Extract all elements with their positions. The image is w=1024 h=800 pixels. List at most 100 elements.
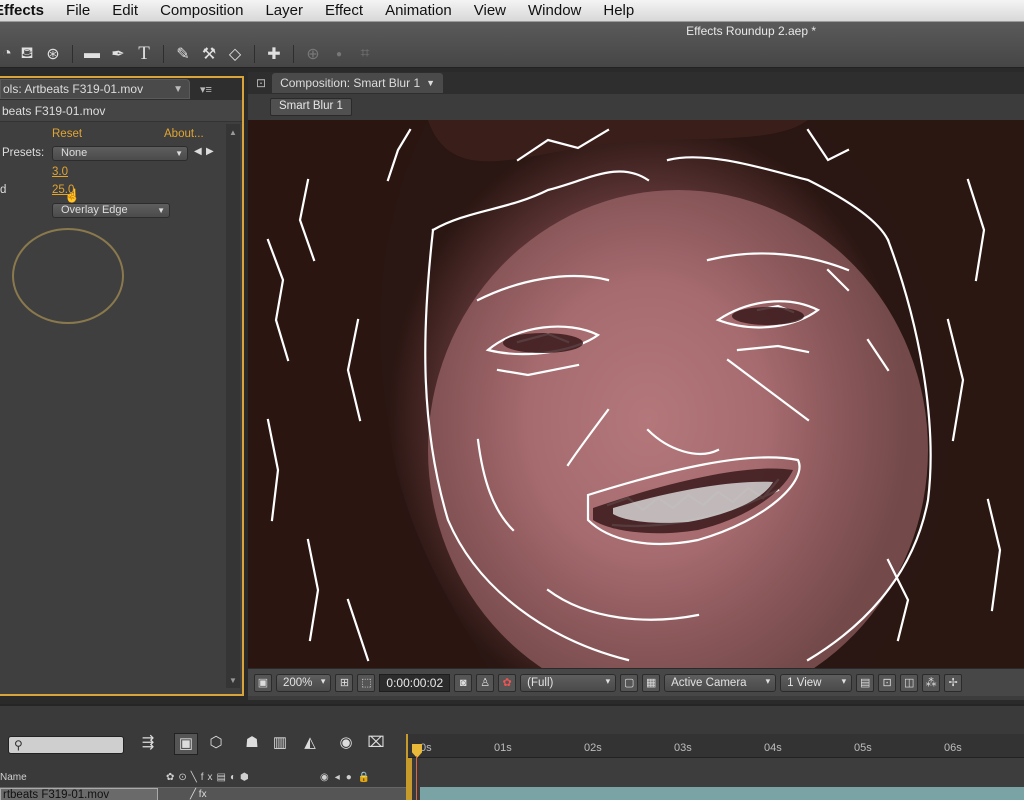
- about-link[interactable]: About...: [164, 128, 204, 140]
- effect-controls-tab-label: ols: Artbeats F319-01.mov: [3, 82, 144, 96]
- time-ruler[interactable]: 0s 01s 02s 03s 04s 05s 06s: [408, 734, 1024, 758]
- current-time-display[interactable]: 0:00:00:02: [379, 673, 451, 692]
- timeline-track-area[interactable]: [420, 758, 1024, 787]
- graph-editor-icon[interactable]: ⌧: [364, 733, 388, 755]
- effect-properties: Reset About... Presets: None ▼ ◀ ▶ 3.0 d…: [0, 124, 224, 694]
- current-time-line: [416, 756, 417, 800]
- radius-value[interactable]: 3.0: [52, 166, 68, 178]
- lock-icon[interactable]: ⊡: [256, 76, 266, 90]
- scroll-up-icon[interactable]: ▲: [226, 126, 240, 140]
- layer-row[interactable]: rtbeats F319-01.mov ╱ fx: [0, 787, 406, 800]
- pan-icon[interactable]: ⊛: [40, 43, 66, 65]
- eraser-icon[interactable]: ◇: [222, 43, 248, 65]
- scroll-down-icon[interactable]: ▼: [226, 674, 240, 688]
- cursor-highlight: [12, 228, 124, 324]
- view-layout-dropdown[interactable]: 1 View: [780, 673, 853, 692]
- menu-animation[interactable]: Animation: [385, 2, 452, 19]
- title-safe-icon[interactable]: ⊞: [335, 673, 354, 692]
- composition-panel: ⊡ Composition: Smart Blur 1 ▼ Smart Blur…: [248, 72, 1024, 700]
- flowchart-icon[interactable]: ⁂: [922, 673, 941, 692]
- menu-effect[interactable]: Effect: [325, 2, 363, 19]
- effect-header-row: Reset About...: [0, 128, 224, 146]
- resolution-dropdown[interactable]: (Full): [520, 673, 617, 692]
- panel-menu-icon[interactable]: ▾≡: [200, 83, 212, 96]
- transparency-grid-icon[interactable]: ▦: [642, 673, 661, 692]
- reset-link[interactable]: Reset: [52, 128, 82, 140]
- local-axis-icon[interactable]: ⊕: [300, 43, 326, 65]
- frame-blending-icon[interactable]: ▥: [268, 733, 292, 755]
- resolution-value: (Full): [527, 676, 554, 689]
- mode-row: Overlay Edge ▼: [0, 203, 224, 221]
- live-update-icon[interactable]: ▣: [174, 733, 198, 755]
- search-icon: ⚲: [14, 738, 23, 752]
- composition-tab-label: Composition: Smart Blur 1: [280, 76, 421, 90]
- av-features-icon: ◉◂●🔒: [320, 772, 377, 783]
- ruler-tick-label: 03s: [674, 742, 692, 754]
- snapshot-icon[interactable]: ◙: [454, 673, 473, 692]
- brush-icon[interactable]: ✎: [170, 43, 196, 65]
- menu-layer[interactable]: Layer: [265, 2, 303, 19]
- viewer-controls: ▣ 200% ⊞ ⬚ 0:00:00:02 ◙ ♙ ✿ (Full) ▢ ▦ A…: [248, 668, 1024, 696]
- channel-icon[interactable]: ✿: [498, 673, 517, 692]
- composition-tab-row: ⊡ Composition: Smart Blur 1 ▼: [248, 72, 1024, 94]
- pan-behind-icon[interactable]: ⛾: [14, 43, 40, 65]
- clone-stamp-icon[interactable]: ⚒: [196, 43, 222, 65]
- toggle-pixel-aspect-icon[interactable]: ▤: [856, 673, 875, 692]
- type-icon[interactable]: T: [131, 43, 157, 65]
- preset-next-icon[interactable]: ▶: [206, 146, 214, 157]
- layer-name[interactable]: rtbeats F319-01.mov: [0, 788, 158, 800]
- fx-switch-icon[interactable]: ╱ fx: [190, 789, 207, 800]
- menu-file[interactable]: File: [66, 2, 90, 19]
- always-preview-icon[interactable]: ▣: [254, 673, 272, 692]
- ruler-tick-label: 02s: [584, 742, 602, 754]
- name-column-header[interactable]: Name: [0, 772, 27, 783]
- effect-controls-tab-row: ols: Artbeats F319-01.mov ▼ ▾≡: [0, 78, 242, 100]
- puppet-icon[interactable]: ✚: [261, 43, 287, 65]
- switches-header-icon: ✿⊙╲fx▤◐⬢: [166, 772, 253, 783]
- menu-edit[interactable]: Edit: [112, 2, 138, 19]
- zoom-value: 200%: [283, 676, 313, 689]
- motion-blur-icon[interactable]: ◭: [298, 733, 322, 755]
- composition-viewer[interactable]: [248, 120, 1024, 668]
- zoom-dropdown[interactable]: 200%: [276, 673, 332, 692]
- presets-dropdown[interactable]: None ▼: [52, 146, 188, 161]
- chevron-down-icon[interactable]: ▼: [173, 84, 183, 95]
- show-snapshot-icon[interactable]: ♙: [476, 673, 495, 692]
- effect-controls-tab[interactable]: ols: Artbeats F319-01.mov ▼: [0, 79, 190, 99]
- tool-separator: [72, 45, 73, 63]
- draft-3d-icon[interactable]: ⬡: [204, 733, 228, 755]
- camera-orbit-icon[interactable]: ◔: [0, 43, 14, 65]
- exposure-icon[interactable]: ✢: [944, 673, 963, 692]
- pen-icon[interactable]: ✒: [105, 43, 131, 65]
- presets-label: Presets:: [2, 147, 45, 159]
- ruler-tick-label: 05s: [854, 742, 872, 754]
- menu-help[interactable]: Help: [603, 2, 634, 19]
- composition-tab[interactable]: Composition: Smart Blur 1 ▼: [272, 73, 444, 93]
- mask-visibility-icon[interactable]: ⬚: [357, 673, 376, 692]
- effect-controls-panel: ols: Artbeats F319-01.mov ▼ ▾≡ beats F31…: [0, 76, 244, 696]
- menu-view[interactable]: View: [474, 2, 506, 19]
- rectangle-icon[interactable]: ▬: [79, 43, 105, 65]
- timeline-icon[interactable]: ◫: [900, 673, 919, 692]
- composition-breadcrumb[interactable]: Smart Blur 1: [270, 98, 352, 116]
- effect-controls-scrollbar[interactable]: ▲ ▼: [226, 124, 240, 688]
- mode-value: Overlay Edge: [61, 204, 128, 216]
- camera-dropdown[interactable]: Active Camera: [664, 673, 777, 692]
- tool-separator: [254, 45, 255, 63]
- layer-duration-bar[interactable]: [420, 787, 1024, 800]
- menu-window[interactable]: Window: [528, 2, 581, 19]
- mode-dropdown[interactable]: Overlay Edge ▼: [52, 203, 170, 218]
- timeline-search-input[interactable]: ⚲: [8, 736, 124, 754]
- region-of-interest-icon[interactable]: ▢: [620, 673, 639, 692]
- brainstorm-icon[interactable]: ◉: [334, 733, 358, 755]
- comp-mini-flowchart-icon[interactable]: ⇶: [136, 733, 160, 755]
- menu-composition[interactable]: Composition: [160, 2, 243, 19]
- world-axis-icon[interactable]: ●: [326, 43, 352, 65]
- chevron-down-icon[interactable]: ▼: [426, 78, 435, 88]
- hide-shy-layers-icon[interactable]: ☗: [240, 733, 264, 755]
- view-axis-icon[interactable]: ⌗: [352, 43, 378, 65]
- preset-prev-icon[interactable]: ◀: [194, 146, 202, 157]
- app-menu[interactable]: Effects: [0, 2, 44, 19]
- menu-bar: Effects File Edit Composition Layer Effe…: [0, 0, 1024, 22]
- fast-previews-icon[interactable]: ⊡: [878, 673, 897, 692]
